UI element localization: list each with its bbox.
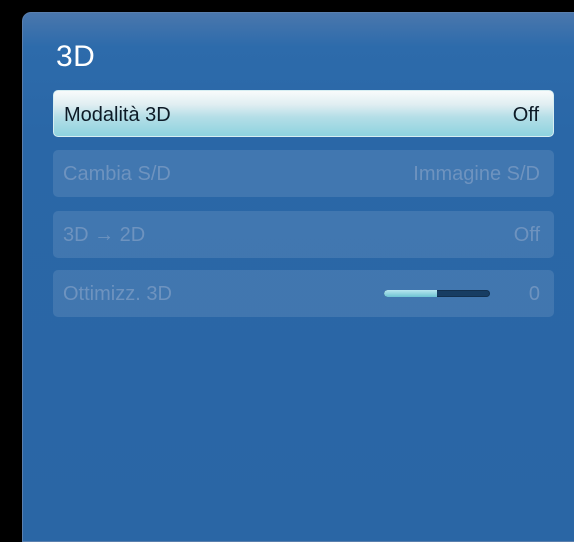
menu-item-label: Ottimizz. 3D (63, 283, 172, 305)
panel-title: 3D (56, 40, 96, 73)
menu-item-label: 3D → 2D (63, 224, 146, 246)
menu-item-value: Off (513, 224, 540, 246)
menu-item-switch-lr[interactable]: Cambia S/D Immagine S/D (53, 150, 554, 197)
3d-optimize-slider[interactable] (384, 290, 490, 297)
menu-item-value: Off (512, 104, 539, 126)
menu-item-3d-optimize[interactable]: Ottimizz. 3D 0 (53, 270, 554, 317)
menu-item-label: Cambia S/D (63, 163, 171, 185)
slider-fill (384, 290, 437, 297)
menu-item-value: Immagine S/D (413, 163, 540, 185)
3d-settings-panel: 3D Modalità 3D Off Cambia S/D Immagine S… (22, 12, 574, 542)
menu-item-3d-to-2d[interactable]: 3D → 2D Off (53, 211, 554, 258)
menu-item-value: 0 (528, 283, 540, 305)
menu-item-3d-mode[interactable]: Modalità 3D Off (53, 90, 554, 137)
menu-item-label: Modalità 3D (64, 104, 171, 126)
